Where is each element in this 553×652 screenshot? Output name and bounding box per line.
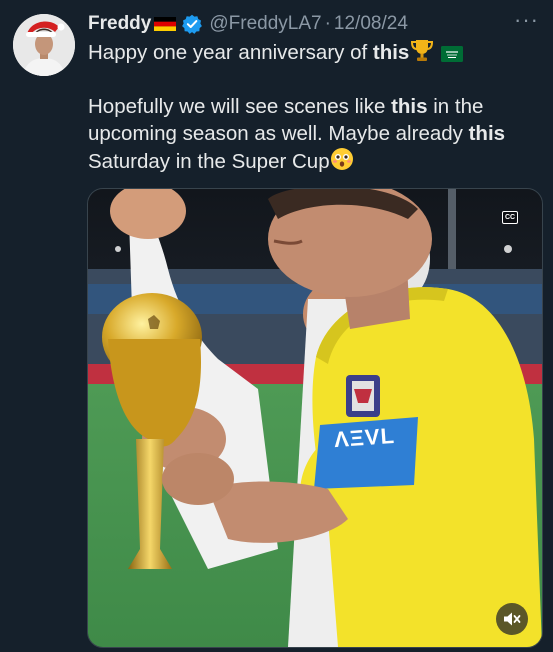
bold-this-3: this — [468, 122, 506, 145]
german-flag-icon — [154, 17, 177, 31]
tweet[interactable]: Freddy @FreddyLA7 · 12/08/24 ··· Happy o… — [0, 0, 553, 652]
author-name[interactable]: Freddy — [88, 13, 151, 35]
more-options-icon[interactable]: ··· — [514, 9, 539, 31]
tweet-line-1: Happy one year anniversary of this — [88, 38, 540, 66]
video-frame — [88, 189, 542, 647]
closed-captions-icon[interactable]: CC — [502, 211, 518, 224]
tweet-header: Freddy @FreddyLA7 · 12/08/24 — [88, 11, 408, 37]
trophy-icon — [411, 40, 434, 61]
text-span: Saturday in the Super Cup — [88, 150, 330, 173]
text-span: Happy one year anniversary of — [88, 41, 373, 64]
verified-badge-icon[interactable] — [182, 14, 203, 34]
flushed-face-icon — [330, 148, 353, 170]
armband-text: ΛΞVL — [333, 422, 396, 453]
saudi-flag-icon — [441, 46, 464, 62]
video-player[interactable]: ΛΞVL CC — [87, 188, 543, 648]
speaker-muted-glyph — [504, 612, 521, 626]
text-span: Hopefully we will see scenes like — [88, 95, 392, 118]
timestamp[interactable]: 12/08/24 — [334, 13, 408, 35]
tweet-text: Happy one year anniversary of this Hopef… — [88, 38, 540, 175]
separator: · — [324, 13, 331, 34]
volume-muted-icon[interactable] — [496, 603, 528, 635]
avatar[interactable] — [13, 14, 75, 76]
tweet-line-2: Hopefully we will see scenes like this i… — [88, 93, 540, 175]
avatar-image — [13, 14, 75, 76]
bold-this-1: this — [372, 41, 410, 64]
bold-this-2: this — [391, 95, 428, 118]
author-handle[interactable]: @FreddyLA7 — [209, 13, 321, 35]
